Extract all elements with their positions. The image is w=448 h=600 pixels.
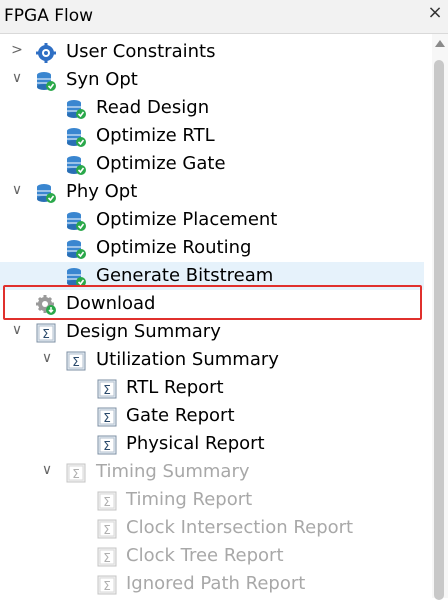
tree-item-clock-tree-report[interactable]: Σ Clock Tree Report: [0, 542, 424, 570]
summary-icon: Σ: [96, 406, 118, 428]
tree-item-user-constraints[interactable]: > User Constraints: [0, 38, 424, 66]
tree-item-label: Timing Summary: [96, 461, 250, 482]
panel-title: FPGA Flow: [4, 6, 94, 26]
tree-item-label: Optimize Routing: [96, 237, 252, 258]
svg-text:Σ: Σ: [103, 411, 111, 425]
chevron-down-icon[interactable]: ∨: [9, 69, 25, 87]
tree-item-label: Optimize Placement: [96, 209, 278, 230]
scrollbar-thumb[interactable]: [434, 60, 444, 600]
database-icon: [65, 126, 87, 148]
gear-icon: [35, 42, 57, 64]
tree-item-syn-opt[interactable]: ∨ Syn Opt: [0, 66, 424, 94]
tree-item-label: Timing Report: [126, 489, 253, 510]
tree-item-label: Optimize Gate: [96, 153, 226, 174]
tree-item-label: RTL Report: [126, 377, 224, 398]
database-icon: [65, 98, 87, 120]
svg-text:Σ: Σ: [103, 579, 111, 593]
summary-icon: Σ: [35, 322, 57, 344]
svg-text:Σ: Σ: [42, 327, 50, 341]
tree-item-label: Ignored Path Report: [126, 573, 306, 594]
tree-item-design-summary[interactable]: ∨ Σ Design Summary: [0, 318, 424, 346]
tree-item-label: Clock Tree Report: [126, 545, 284, 566]
chevron-down-icon[interactable]: ∨: [9, 181, 25, 199]
tree-item-utilization-summary[interactable]: ∨ Σ Utilization Summary: [0, 346, 424, 374]
tree-item-label: Design Summary: [66, 321, 221, 342]
tree-item-gate-report[interactable]: Σ Gate Report: [0, 402, 424, 430]
svg-text:Σ: Σ: [103, 439, 111, 453]
tree-item-ignored-path-report[interactable]: Σ Ignored Path Report: [0, 570, 424, 598]
panel-titlebar: FPGA Flow ×: [0, 0, 448, 34]
tree-item-clock-intersection-report[interactable]: Σ Clock Intersection Report: [0, 514, 424, 542]
svg-text:Σ: Σ: [72, 355, 80, 369]
tree-item-rtl-report[interactable]: Σ RTL Report: [0, 374, 424, 402]
download-highlight-outline: [3, 285, 422, 320]
tree-item-optimize-gate[interactable]: Optimize Gate: [0, 150, 424, 178]
chevron-down-icon[interactable]: ∨: [9, 321, 25, 339]
tree-item-optimize-placement[interactable]: Optimize Placement: [0, 206, 424, 234]
tree-item-label: Gate Report: [126, 405, 235, 426]
tree-item-read-design[interactable]: Read Design: [0, 94, 424, 122]
tree-item-timing-report[interactable]: Σ Timing Report: [0, 486, 424, 514]
tree-item-label: Phy Opt: [66, 181, 138, 202]
summary-icon: Σ: [65, 350, 87, 372]
tree-item-label: Syn Opt: [66, 69, 138, 90]
svg-text:Σ: Σ: [103, 551, 111, 565]
svg-text:Σ: Σ: [103, 495, 111, 509]
tree-item-phy-opt[interactable]: ∨ Phy Opt: [0, 178, 424, 206]
scroll-up-arrow-icon[interactable]: [435, 40, 445, 47]
database-icon: [35, 182, 57, 204]
database-icon: [65, 238, 87, 260]
summary-icon: Σ: [96, 574, 118, 596]
chevron-down-icon[interactable]: ∨: [39, 349, 55, 367]
database-icon: [35, 70, 57, 92]
tree-item-optimize-routing[interactable]: Optimize Routing: [0, 234, 424, 262]
summary-icon: Σ: [96, 518, 118, 540]
summary-icon: Σ: [96, 490, 118, 512]
tree-item-label: Utilization Summary: [96, 349, 279, 370]
summary-icon: Σ: [96, 434, 118, 456]
svg-text:Σ: Σ: [103, 523, 111, 537]
tree-item-label: Read Design: [96, 97, 210, 118]
tree-item-physical-report[interactable]: Σ Physical Report: [0, 430, 424, 458]
tree-item-label: Physical Report: [126, 433, 265, 454]
svg-text:Σ: Σ: [103, 383, 111, 397]
chevron-right-icon[interactable]: >: [9, 41, 25, 59]
database-icon: [65, 154, 87, 176]
summary-icon: Σ: [96, 546, 118, 568]
tree-item-optimize-rtl[interactable]: Optimize RTL: [0, 122, 424, 150]
tree-item-label: User Constraints: [66, 41, 216, 62]
tree-item-label: Clock Intersection Report: [126, 517, 354, 538]
svg-text:Σ: Σ: [72, 467, 80, 481]
tree-item-timing-summary[interactable]: ∨ Σ Timing Summary: [0, 458, 424, 486]
tree-item-label: Optimize RTL: [96, 125, 215, 146]
database-icon: [65, 210, 87, 232]
chevron-down-icon[interactable]: ∨: [39, 461, 55, 479]
close-icon[interactable]: ×: [426, 4, 444, 22]
summary-icon: Σ: [96, 378, 118, 400]
summary-icon: Σ: [65, 462, 87, 484]
vertical-scrollbar[interactable]: [432, 34, 448, 600]
fpga-flow-panel: FPGA Flow × > User Constraints ∨ Syn Opt…: [0, 0, 448, 600]
